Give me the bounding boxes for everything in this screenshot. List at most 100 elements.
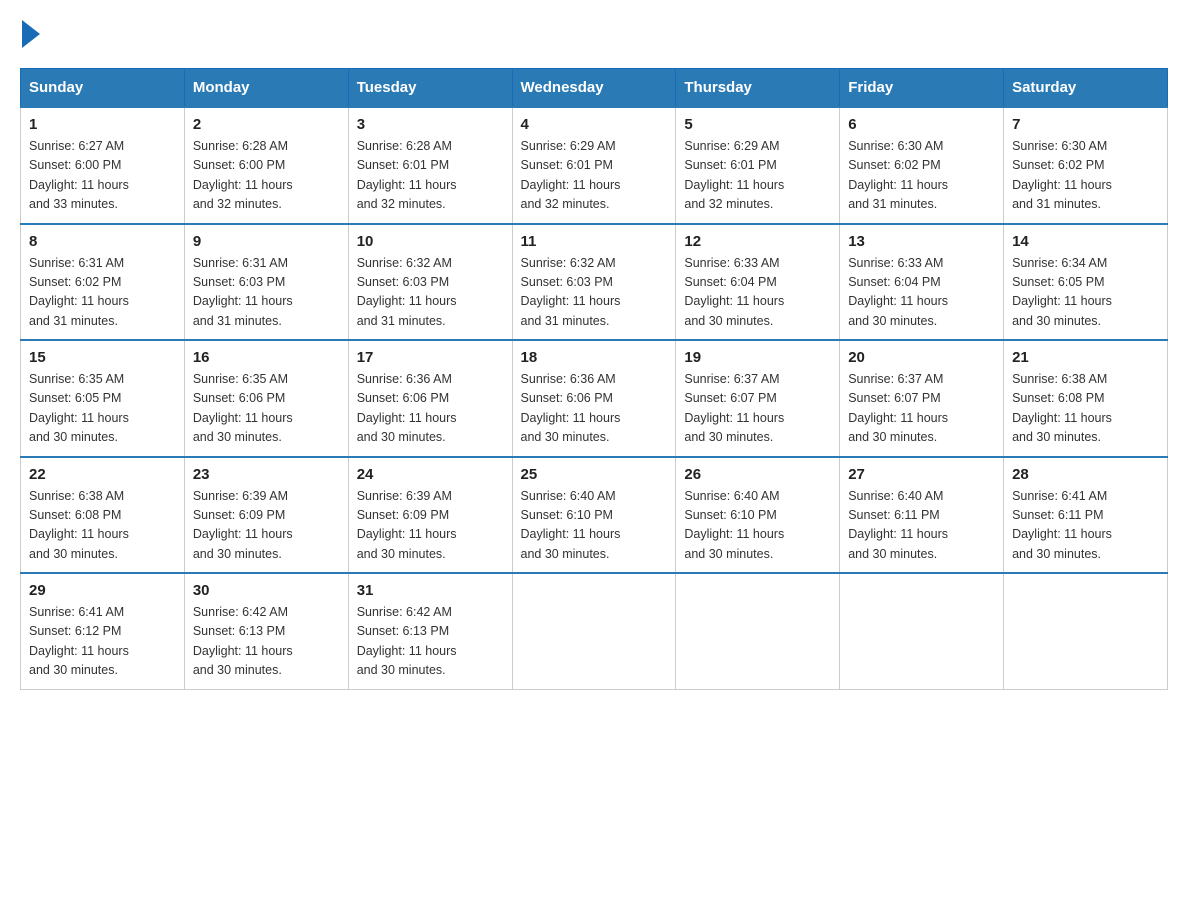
calendar-cell — [1004, 573, 1168, 689]
calendar-cell: 22 Sunrise: 6:38 AMSunset: 6:08 PMDayligh… — [21, 457, 185, 574]
day-number: 3 — [357, 116, 504, 133]
calendar-cell: 1 Sunrise: 6:27 AMSunset: 6:00 PMDaylight… — [21, 107, 185, 224]
calendar-cell: 15 Sunrise: 6:35 AMSunset: 6:05 PMDayligh… — [21, 340, 185, 457]
day-number: 31 — [357, 582, 504, 599]
calendar-cell: 30Sunrise: 6:42 AMSunset: 6:13 PMDayligh… — [184, 573, 348, 689]
day-info: Sunrise: 6:31 AMSunset: 6:02 PMDaylight:… — [29, 254, 176, 332]
day-number: 14 — [1012, 233, 1159, 250]
calendar-cell: 14 Sunrise: 6:34 AMSunset: 6:05 PMDayligh… — [1004, 224, 1168, 341]
week-row-5: 29 Sunrise: 6:41 AMSunset: 6:12 PMDayligh… — [21, 573, 1168, 689]
day-info: Sunrise: 6:42 AMSunset: 6:13 PMDaylight:… — [357, 603, 504, 681]
day-info: Sunrise: 6:33 AMSunset: 6:04 PMDaylight:… — [848, 254, 995, 332]
calendar-cell — [512, 573, 676, 689]
calendar-cell: 21 Sunrise: 6:38 AMSunset: 6:08 PMDayligh… — [1004, 340, 1168, 457]
day-info: Sunrise: 6:37 AMSunset: 6:07 PMDaylight:… — [684, 370, 831, 448]
day-number: 11 — [521, 233, 668, 250]
calendar-cell: 17 Sunrise: 6:36 AMSunset: 6:06 PMDayligh… — [348, 340, 512, 457]
calendar-cell: 2 Sunrise: 6:28 AMSunset: 6:00 PMDaylight… — [184, 107, 348, 224]
day-info: Sunrise: 6:30 AMSunset: 6:02 PMDaylight:… — [848, 137, 995, 215]
day-number: 26 — [684, 466, 831, 483]
day-number: 10 — [357, 233, 504, 250]
day-number: 28 — [1012, 466, 1159, 483]
day-info: Sunrise: 6:40 AMSunset: 6:10 PMDaylight:… — [684, 487, 831, 565]
calendar-cell: 24 Sunrise: 6:39 AMSunset: 6:09 PMDayligh… — [348, 457, 512, 574]
logo — [20, 20, 42, 48]
calendar-cell: 9Sunrise: 6:31 AMSunset: 6:03 PMDaylight… — [184, 224, 348, 341]
logo-arrow-icon — [22, 20, 40, 48]
calendar-cell: 4Sunrise: 6:29 AMSunset: 6:01 PMDaylight… — [512, 107, 676, 224]
calendar-header-saturday: Saturday — [1004, 69, 1168, 108]
day-info: Sunrise: 6:38 AMSunset: 6:08 PMDaylight:… — [29, 487, 176, 565]
day-number: 18 — [521, 349, 668, 366]
calendar-header-tuesday: Tuesday — [348, 69, 512, 108]
page-header — [20, 20, 1168, 48]
day-info: Sunrise: 6:32 AMSunset: 6:03 PMDaylight:… — [357, 254, 504, 332]
day-info: Sunrise: 6:41 AMSunset: 6:12 PMDaylight:… — [29, 603, 176, 681]
calendar-table: SundayMondayTuesdayWednesdayThursdayFrid… — [20, 68, 1168, 690]
calendar-header-row: SundayMondayTuesdayWednesdayThursdayFrid… — [21, 69, 1168, 108]
day-info: Sunrise: 6:40 AMSunset: 6:11 PMDaylight:… — [848, 487, 995, 565]
day-info: Sunrise: 6:29 AMSunset: 6:01 PMDaylight:… — [521, 137, 668, 215]
calendar-header-thursday: Thursday — [676, 69, 840, 108]
day-info: Sunrise: 6:42 AMSunset: 6:13 PMDaylight:… — [193, 603, 340, 681]
day-info: Sunrise: 6:41 AMSunset: 6:11 PMDaylight:… — [1012, 487, 1159, 565]
calendar-cell: 19 Sunrise: 6:37 AMSunset: 6:07 PMDayligh… — [676, 340, 840, 457]
calendar-cell: 3 Sunrise: 6:28 AMSunset: 6:01 PMDaylight… — [348, 107, 512, 224]
day-number: 1 — [29, 116, 176, 133]
day-number: 17 — [357, 349, 504, 366]
day-info: Sunrise: 6:37 AMSunset: 6:07 PMDaylight:… — [848, 370, 995, 448]
day-info: Sunrise: 6:39 AMSunset: 6:09 PMDaylight:… — [193, 487, 340, 565]
calendar-cell: 26 Sunrise: 6:40 AMSunset: 6:10 PMDayligh… — [676, 457, 840, 574]
day-info: Sunrise: 6:35 AMSunset: 6:06 PMDaylight:… — [193, 370, 340, 448]
day-number: 5 — [684, 116, 831, 133]
day-number: 7 — [1012, 116, 1159, 133]
day-number: 21 — [1012, 349, 1159, 366]
calendar-cell: 8 Sunrise: 6:31 AMSunset: 6:02 PMDaylight… — [21, 224, 185, 341]
calendar-cell: 27 Sunrise: 6:40 AMSunset: 6:11 PMDayligh… — [840, 457, 1004, 574]
day-info: Sunrise: 6:28 AMSunset: 6:01 PMDaylight:… — [357, 137, 504, 215]
calendar-cell: 20 Sunrise: 6:37 AMSunset: 6:07 PMDayligh… — [840, 340, 1004, 457]
day-info: Sunrise: 6:35 AMSunset: 6:05 PMDaylight:… — [29, 370, 176, 448]
day-number: 6 — [848, 116, 995, 133]
day-info: Sunrise: 6:29 AMSunset: 6:01 PMDaylight:… — [684, 137, 831, 215]
day-number: 13 — [848, 233, 995, 250]
day-info: Sunrise: 6:36 AMSunset: 6:06 PMDaylight:… — [357, 370, 504, 448]
week-row-2: 8 Sunrise: 6:31 AMSunset: 6:02 PMDaylight… — [21, 224, 1168, 341]
calendar-cell: 7 Sunrise: 6:30 AMSunset: 6:02 PMDaylight… — [1004, 107, 1168, 224]
day-info: Sunrise: 6:40 AMSunset: 6:10 PMDaylight:… — [521, 487, 668, 565]
calendar-cell: 5 Sunrise: 6:29 AMSunset: 6:01 PMDaylight… — [676, 107, 840, 224]
day-info: Sunrise: 6:30 AMSunset: 6:02 PMDaylight:… — [1012, 137, 1159, 215]
day-info: Sunrise: 6:38 AMSunset: 6:08 PMDaylight:… — [1012, 370, 1159, 448]
calendar-cell: 18 Sunrise: 6:36 AMSunset: 6:06 PMDayligh… — [512, 340, 676, 457]
calendar-cell: 23 Sunrise: 6:39 AMSunset: 6:09 PMDayligh… — [184, 457, 348, 574]
day-number: 23 — [193, 466, 340, 483]
day-number: 2 — [193, 116, 340, 133]
day-info: Sunrise: 6:28 AMSunset: 6:00 PMDaylight:… — [193, 137, 340, 215]
day-number: 24 — [357, 466, 504, 483]
day-number: 27 — [848, 466, 995, 483]
day-info: Sunrise: 6:36 AMSunset: 6:06 PMDaylight:… — [521, 370, 668, 448]
calendar-cell: 11 Sunrise: 6:32 AMSunset: 6:03 PMDayligh… — [512, 224, 676, 341]
week-row-3: 15 Sunrise: 6:35 AMSunset: 6:05 PMDayligh… — [21, 340, 1168, 457]
day-info: Sunrise: 6:34 AMSunset: 6:05 PMDaylight:… — [1012, 254, 1159, 332]
day-number: 29 — [29, 582, 176, 599]
day-info: Sunrise: 6:39 AMSunset: 6:09 PMDaylight:… — [357, 487, 504, 565]
week-row-1: 1 Sunrise: 6:27 AMSunset: 6:00 PMDaylight… — [21, 107, 1168, 224]
day-info: Sunrise: 6:32 AMSunset: 6:03 PMDaylight:… — [521, 254, 668, 332]
calendar-cell: 29 Sunrise: 6:41 AMSunset: 6:12 PMDayligh… — [21, 573, 185, 689]
calendar-cell: 16Sunrise: 6:35 AMSunset: 6:06 PMDayligh… — [184, 340, 348, 457]
calendar-header-friday: Friday — [840, 69, 1004, 108]
day-info: Sunrise: 6:33 AMSunset: 6:04 PMDaylight:… — [684, 254, 831, 332]
day-number: 15 — [29, 349, 176, 366]
calendar-cell — [676, 573, 840, 689]
day-info: Sunrise: 6:27 AMSunset: 6:00 PMDaylight:… — [29, 137, 176, 215]
day-number: 22 — [29, 466, 176, 483]
calendar-header-wednesday: Wednesday — [512, 69, 676, 108]
day-number: 12 — [684, 233, 831, 250]
day-number: 20 — [848, 349, 995, 366]
day-number: 19 — [684, 349, 831, 366]
calendar-header-sunday: Sunday — [21, 69, 185, 108]
week-row-4: 22 Sunrise: 6:38 AMSunset: 6:08 PMDayligh… — [21, 457, 1168, 574]
day-number: 8 — [29, 233, 176, 250]
calendar-cell: 12 Sunrise: 6:33 AMSunset: 6:04 PMDayligh… — [676, 224, 840, 341]
